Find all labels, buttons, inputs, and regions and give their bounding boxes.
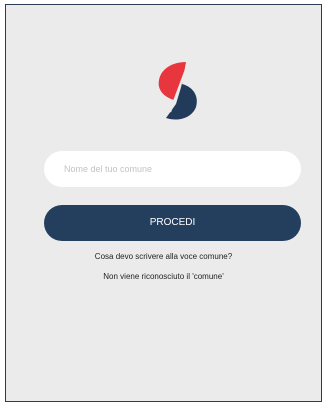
app-logo-icon bbox=[158, 62, 197, 120]
help-comune-link[interactable]: Cosa devo scrivere alla voce comune? bbox=[6, 252, 321, 261]
procedi-button[interactable]: PROCEDI bbox=[44, 205, 301, 241]
comune-not-recognized-link[interactable]: Non viene riconosciuto il 'comune' bbox=[6, 272, 321, 281]
comune-input[interactable] bbox=[44, 151, 301, 187]
status-bar bbox=[6, 5, 321, 19]
app-screen: PROCEDI Cosa devo scrivere alla voce com… bbox=[5, 4, 322, 402]
